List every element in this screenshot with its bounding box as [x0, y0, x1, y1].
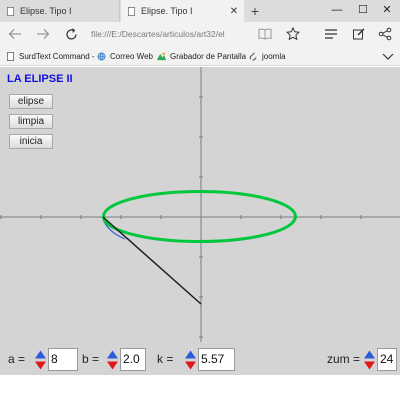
address-bar: file:///E:/Descartes/articulos/art32/el: [0, 22, 400, 46]
pen-icon: [353, 28, 365, 40]
hub-lines-icon: [325, 29, 337, 39]
param-zoom-spinner-icon[interactable]: [363, 349, 376, 371]
chevron-down-icon[interactable]: [381, 49, 395, 63]
share-button[interactable]: [374, 24, 396, 44]
reading-view-button[interactable]: [254, 24, 276, 44]
refresh-button[interactable]: [60, 24, 82, 44]
favorite-grabador[interactable]: Grabador de Pantalla: [157, 46, 246, 66]
share-icon: [378, 27, 392, 41]
title-bar: Elipse. Tipo I Elipse. Tipo I ✕ + — ☐ ✕: [0, 0, 400, 22]
book-icon: [258, 28, 272, 40]
construction-segment: [102, 216, 202, 305]
page-icon: [6, 51, 15, 61]
param-b-spinner-icon[interactable]: [106, 349, 119, 371]
clear-button[interactable]: limpia: [9, 114, 53, 129]
tab-inactive[interactable]: Elipse. Tipo I: [0, 0, 120, 22]
param-a-input[interactable]: 8: [48, 348, 78, 371]
favorites-bar: SurdText Command - Correo Web Grabador d…: [0, 46, 400, 66]
param-b-input[interactable]: 2.0: [120, 348, 146, 371]
page-icon: [6, 6, 15, 16]
favorite-label: joomla: [262, 51, 286, 61]
axes: [0, 67, 400, 342]
page-title: LA ELIPSE II: [7, 73, 73, 85]
new-tab-button[interactable]: +: [247, 2, 263, 20]
favorite-label: SurdText Command -: [19, 51, 95, 61]
refresh-icon: [65, 27, 77, 40]
close-tab-icon[interactable]: ✕: [228, 6, 240, 17]
forward-arrow-icon: [37, 29, 50, 39]
param-b-label: b =: [82, 352, 100, 366]
ellipse-plot[interactable]: [0, 67, 400, 342]
param-k-input[interactable]: 5.57: [198, 348, 235, 371]
star-icon: [286, 27, 300, 41]
param-k-spinner-icon[interactable]: [184, 349, 197, 371]
page-icon: [127, 6, 136, 16]
param-a-label: a =: [8, 352, 26, 366]
parameter-bar: a = 8 b = 2.0 k = 5.57 zum = 24: [0, 345, 400, 375]
favorite-surdtext[interactable]: SurdText Command -: [6, 46, 95, 66]
tab-label: Elipse. Tipo I: [20, 6, 72, 16]
close-window-button[interactable]: ✕: [374, 0, 400, 22]
joomla-icon: [249, 52, 257, 61]
forward-button[interactable]: [32, 24, 54, 44]
favorite-label: Correo Web: [110, 51, 153, 61]
back-button[interactable]: [4, 24, 26, 44]
back-arrow-icon: [8, 29, 21, 39]
globe-icon: [97, 52, 106, 60]
hub-button[interactable]: [320, 24, 342, 44]
reset-button[interactable]: inicia: [9, 134, 53, 149]
favorite-button[interactable]: [282, 24, 304, 44]
page-footer-area: [0, 375, 400, 402]
favorite-joomla[interactable]: joomla: [249, 46, 286, 66]
ellipse-button[interactable]: elipse: [9, 94, 53, 109]
favorite-label: Grabador de Pantalla: [170, 51, 247, 61]
minimize-button[interactable]: —: [324, 0, 350, 22]
param-zoom-label: zum =: [327, 352, 361, 366]
tab-active[interactable]: Elipse. Tipo I ✕: [121, 0, 244, 22]
web-note-button[interactable]: [348, 24, 370, 44]
favorite-correo-web[interactable]: Correo Web: [97, 46, 153, 66]
param-k-label: k =: [157, 352, 174, 366]
tab-label: Elipse. Tipo I: [141, 6, 193, 16]
maximize-button[interactable]: ☐: [350, 0, 376, 22]
screen-recorder-icon: [157, 52, 166, 60]
url-input[interactable]: file:///E:/Descartes/articulos/art32/el: [88, 25, 246, 43]
param-zoom-input[interactable]: 24: [377, 348, 397, 371]
param-a-spinner-icon[interactable]: [34, 349, 47, 371]
